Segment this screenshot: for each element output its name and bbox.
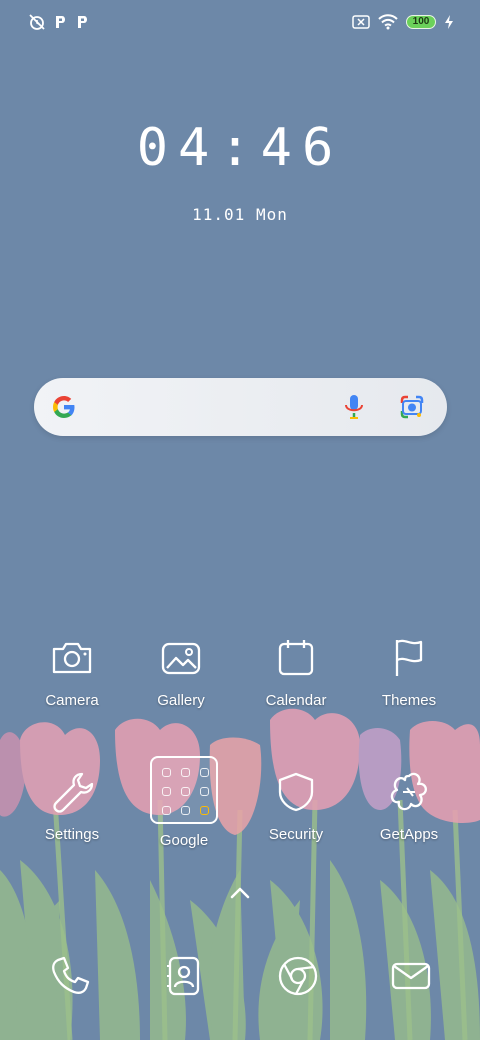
mic-icon[interactable] [340, 392, 368, 422]
clock-time[interactable]: 04:46 [0, 118, 480, 178]
phone-icon[interactable] [46, 952, 94, 1000]
app-google-folder[interactable]: Google [128, 756, 240, 849]
chevron-up-icon[interactable] [229, 886, 251, 900]
sim-off-icon [352, 15, 370, 29]
app-label: Camera [45, 692, 99, 709]
app-calendar[interactable]: Calendar [240, 634, 352, 709]
app-camera[interactable]: Camera [16, 634, 128, 709]
google-search-bar[interactable] [34, 378, 447, 436]
charging-icon [445, 15, 453, 29]
camera-icon [52, 642, 92, 674]
lens-icon[interactable] [398, 393, 426, 421]
p-notification-icon [56, 16, 65, 28]
wifi-icon [378, 14, 398, 30]
app-themes[interactable]: Themes [353, 634, 465, 709]
app-settings[interactable]: Settings [16, 768, 128, 843]
alarm-off-icon [29, 14, 45, 30]
mail-icon[interactable] [387, 952, 435, 1000]
app-getapps[interactable]: GetApps [353, 768, 465, 843]
clock-date[interactable]: 11.01 Mon [0, 205, 480, 224]
app-label: Google [159, 832, 209, 849]
battery-level: 100 [412, 16, 430, 27]
app-security[interactable]: Security [240, 768, 352, 843]
contacts-icon[interactable] [160, 952, 208, 1000]
shield-icon [278, 772, 314, 812]
gallery-icon [161, 642, 201, 675]
flag-icon [395, 639, 423, 676]
status-bar-left [28, 12, 90, 32]
status-bar-right: 100 [352, 12, 454, 32]
app-label: Calendar [265, 692, 327, 709]
app-label: GetApps [379, 826, 439, 843]
p-notification-icon [78, 16, 87, 28]
app-label: Security [268, 826, 324, 843]
calendar-icon [278, 640, 314, 676]
app-label: Settings [44, 826, 100, 843]
browser-icon[interactable] [274, 952, 322, 1000]
folder-icon [150, 756, 218, 824]
app-label: Themes [381, 692, 437, 709]
app-gallery[interactable]: Gallery [125, 634, 237, 709]
battery-icon: 100 [406, 15, 436, 29]
google-logo [53, 396, 75, 418]
app-label: Gallery [157, 692, 205, 709]
wrench-icon [53, 772, 94, 813]
flower-icon [390, 772, 427, 811]
